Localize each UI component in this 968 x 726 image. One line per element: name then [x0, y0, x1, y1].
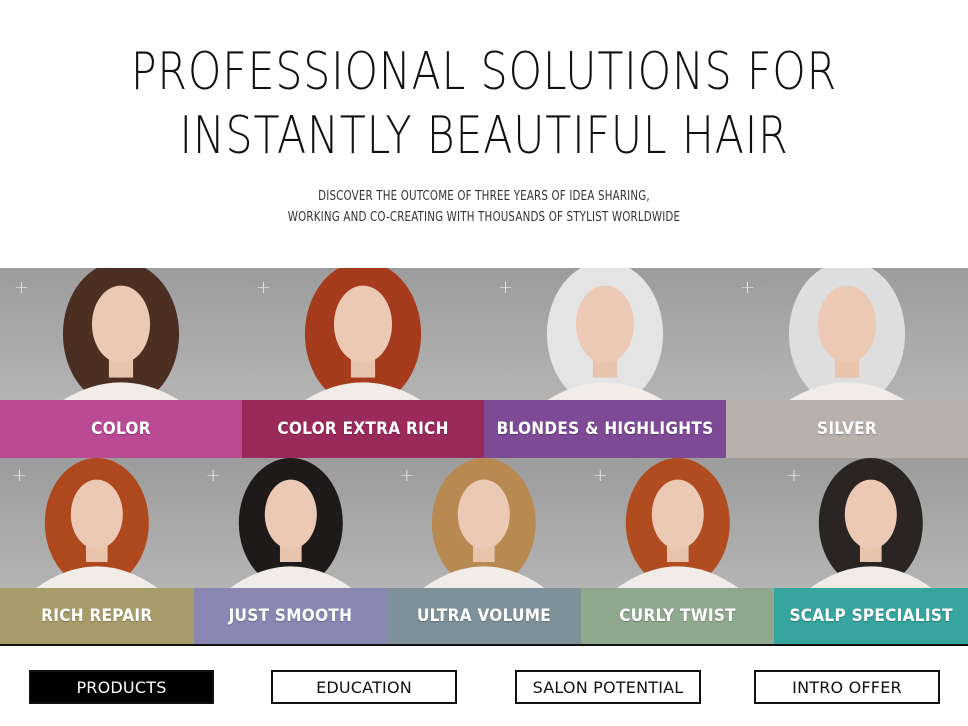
- plus-icon[interactable]: +: [740, 278, 755, 298]
- model-silhouette: [304, 268, 422, 400]
- product-row-1: + COLOR + COLOR EXTRA RICH + BLONDES & H…: [0, 268, 968, 458]
- model-photo: [484, 268, 726, 400]
- model-silhouette: [229, 458, 352, 588]
- product-tile-just-smooth[interactable]: + JUST SMOOTH: [193, 458, 388, 644]
- model-photo: [580, 458, 775, 588]
- plus-icon[interactable]: +: [206, 466, 221, 486]
- model-photo: [193, 458, 388, 588]
- model-photo: [0, 268, 242, 400]
- headline-line-1: PROFESSIONAL SOLUTIONS FOR: [130, 42, 838, 102]
- product-label: BLONDES & HIGHLIGHTS: [484, 400, 726, 458]
- product-row-2: + RICH REPAIR + JUST SMOOTH + ULTRA VOLU…: [0, 458, 968, 644]
- plus-icon[interactable]: +: [256, 278, 271, 298]
- product-tile-color[interactable]: + COLOR: [0, 268, 242, 458]
- model-photo: [242, 268, 484, 400]
- product-label: CURLY TWIST: [580, 588, 775, 644]
- plus-icon[interactable]: +: [593, 466, 608, 486]
- model-photo: [0, 458, 194, 588]
- intro-offer-button[interactable]: INTRO OFFER: [754, 670, 940, 704]
- product-label: SILVER: [726, 400, 968, 458]
- education-button[interactable]: EDUCATION: [271, 670, 457, 704]
- product-tile-silver[interactable]: + SILVER: [726, 268, 968, 458]
- subheading-line-2: WORKING AND CO-CREATING WITH THOUSANDS O…: [287, 210, 681, 225]
- headline-line-2: INSTANTLY BEAUTIFUL HAIR: [179, 106, 789, 166]
- hero-section: PROFESSIONAL SOLUTIONS FOR INSTANTLY BEA…: [0, 0, 968, 268]
- model-silhouette: [810, 458, 932, 588]
- products-button[interactable]: PRODUCTS: [29, 670, 214, 704]
- model-photo: [774, 458, 968, 588]
- salon-potential-button[interactable]: SALON POTENTIAL: [515, 670, 701, 704]
- product-tile-blondes-highlights[interactable]: + BLONDES & HIGHLIGHTS: [484, 268, 726, 458]
- plus-icon[interactable]: +: [786, 466, 801, 486]
- model-silhouette: [616, 458, 739, 588]
- plus-icon[interactable]: +: [399, 466, 414, 486]
- subheading-line-1: DISCOVER THE OUTCOME OF THREE YEARS OF I…: [318, 189, 650, 204]
- model-silhouette: [546, 268, 664, 400]
- product-label: ULTRA VOLUME: [387, 588, 581, 644]
- product-label: COLOR EXTRA RICH: [242, 400, 484, 458]
- product-tile-rich-repair[interactable]: + RICH REPAIR: [0, 458, 194, 644]
- model-silhouette: [36, 458, 158, 588]
- model-photo: [387, 458, 581, 588]
- product-label: COLOR: [0, 400, 242, 458]
- product-label: JUST SMOOTH: [193, 588, 388, 644]
- product-tile-scalp-specialist[interactable]: + SCALP SPECIALIST: [774, 458, 968, 644]
- bottom-navigation: PRODUCTS EDUCATION SALON POTENTIAL INTRO…: [0, 644, 968, 726]
- model-silhouette: [788, 268, 906, 400]
- model-silhouette: [423, 458, 545, 588]
- model-photo: [726, 268, 968, 400]
- product-tile-ultra-volume[interactable]: + ULTRA VOLUME: [387, 458, 581, 644]
- model-silhouette: [62, 268, 180, 400]
- page-headline: PROFESSIONAL SOLUTIONS FOR INSTANTLY BEA…: [87, 40, 881, 168]
- plus-icon[interactable]: +: [14, 278, 29, 298]
- plus-icon[interactable]: +: [12, 466, 27, 486]
- product-tile-curly-twist[interactable]: + CURLY TWIST: [580, 458, 775, 644]
- page-subheading: DISCOVER THE OUTCOME OF THREE YEARS OF I…: [58, 186, 910, 228]
- product-tile-color-extra-rich[interactable]: + COLOR EXTRA RICH: [242, 268, 484, 458]
- product-label: SCALP SPECIALIST: [774, 588, 968, 644]
- product-label: RICH REPAIR: [0, 588, 194, 644]
- plus-icon[interactable]: +: [498, 278, 513, 298]
